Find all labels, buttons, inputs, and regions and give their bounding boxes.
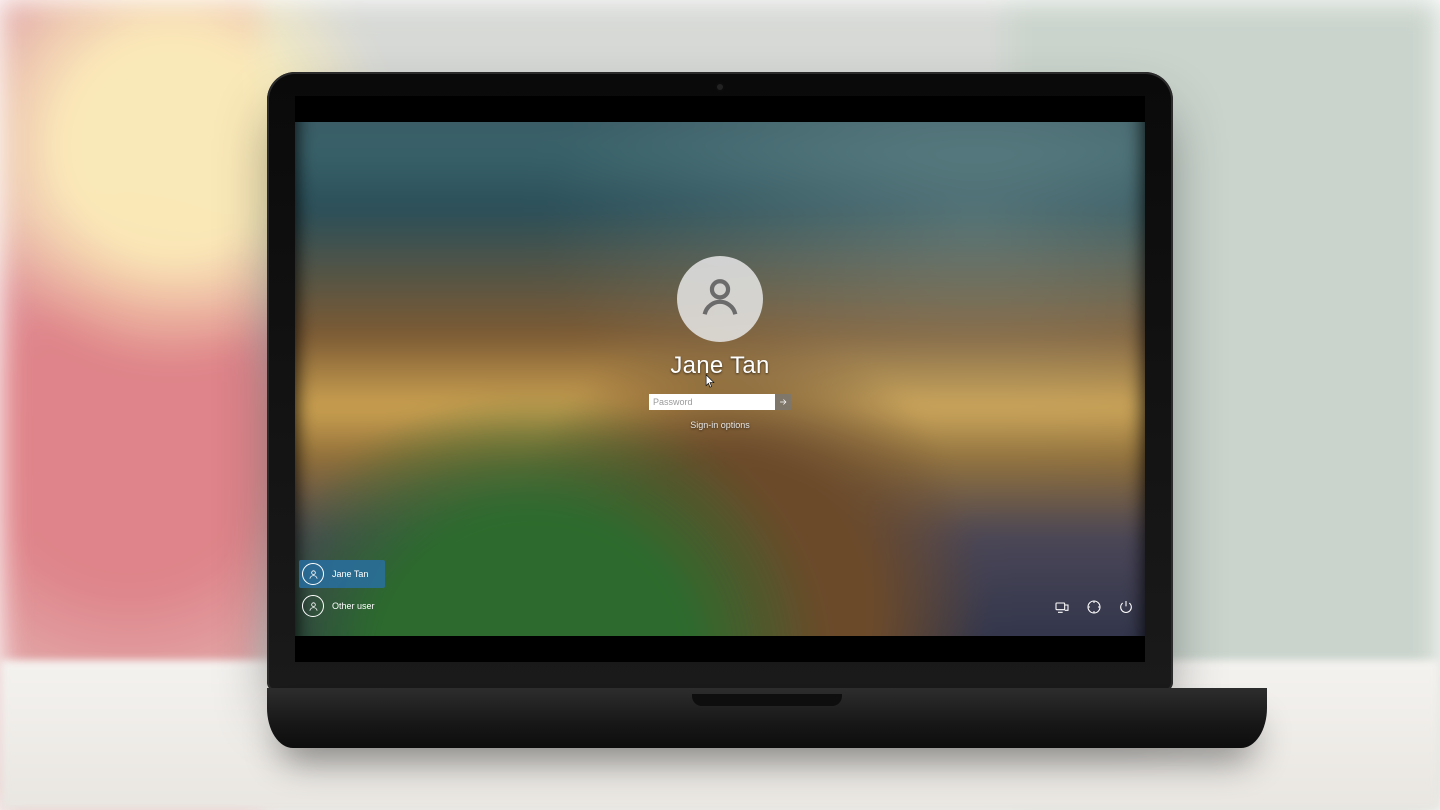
power-button[interactable] [1117, 600, 1135, 618]
letterbox-bottom [295, 636, 1145, 662]
person-icon [697, 274, 743, 325]
laptop: Jane Tan Sign-in options [267, 72, 1173, 748]
user-item-other-user[interactable]: Other user [299, 592, 385, 620]
person-icon [302, 563, 324, 585]
login-panel: Jane Tan Sign-in options [649, 256, 791, 430]
power-icon [1118, 599, 1134, 620]
person-icon [302, 595, 324, 617]
password-row [649, 394, 791, 410]
username-label: Jane Tan [670, 352, 769, 380]
system-tray [1053, 600, 1135, 618]
network-icon [1054, 599, 1070, 620]
laptop-screen: Jane Tan Sign-in options [295, 96, 1145, 662]
laptop-bezel: Jane Tan Sign-in options [267, 72, 1173, 692]
signin-options-link[interactable]: Sign-in options [690, 420, 750, 430]
network-button[interactable] [1053, 600, 1071, 618]
user-item-label: Other user [332, 601, 375, 611]
letterbox-top [295, 96, 1145, 122]
user-item-jane-tan[interactable]: Jane Tan [299, 560, 385, 588]
user-item-label: Jane Tan [332, 569, 368, 579]
ease-of-access-button[interactable] [1085, 600, 1103, 618]
user-avatar [677, 256, 763, 342]
ease-of-access-icon [1086, 599, 1102, 620]
submit-button[interactable] [775, 394, 791, 410]
webcam [717, 84, 723, 90]
laptop-keyboard-deck [267, 688, 1267, 748]
password-input[interactable] [649, 394, 775, 410]
user-switcher: Jane Tan Other user [299, 560, 385, 620]
arrow-right-icon [778, 395, 788, 410]
